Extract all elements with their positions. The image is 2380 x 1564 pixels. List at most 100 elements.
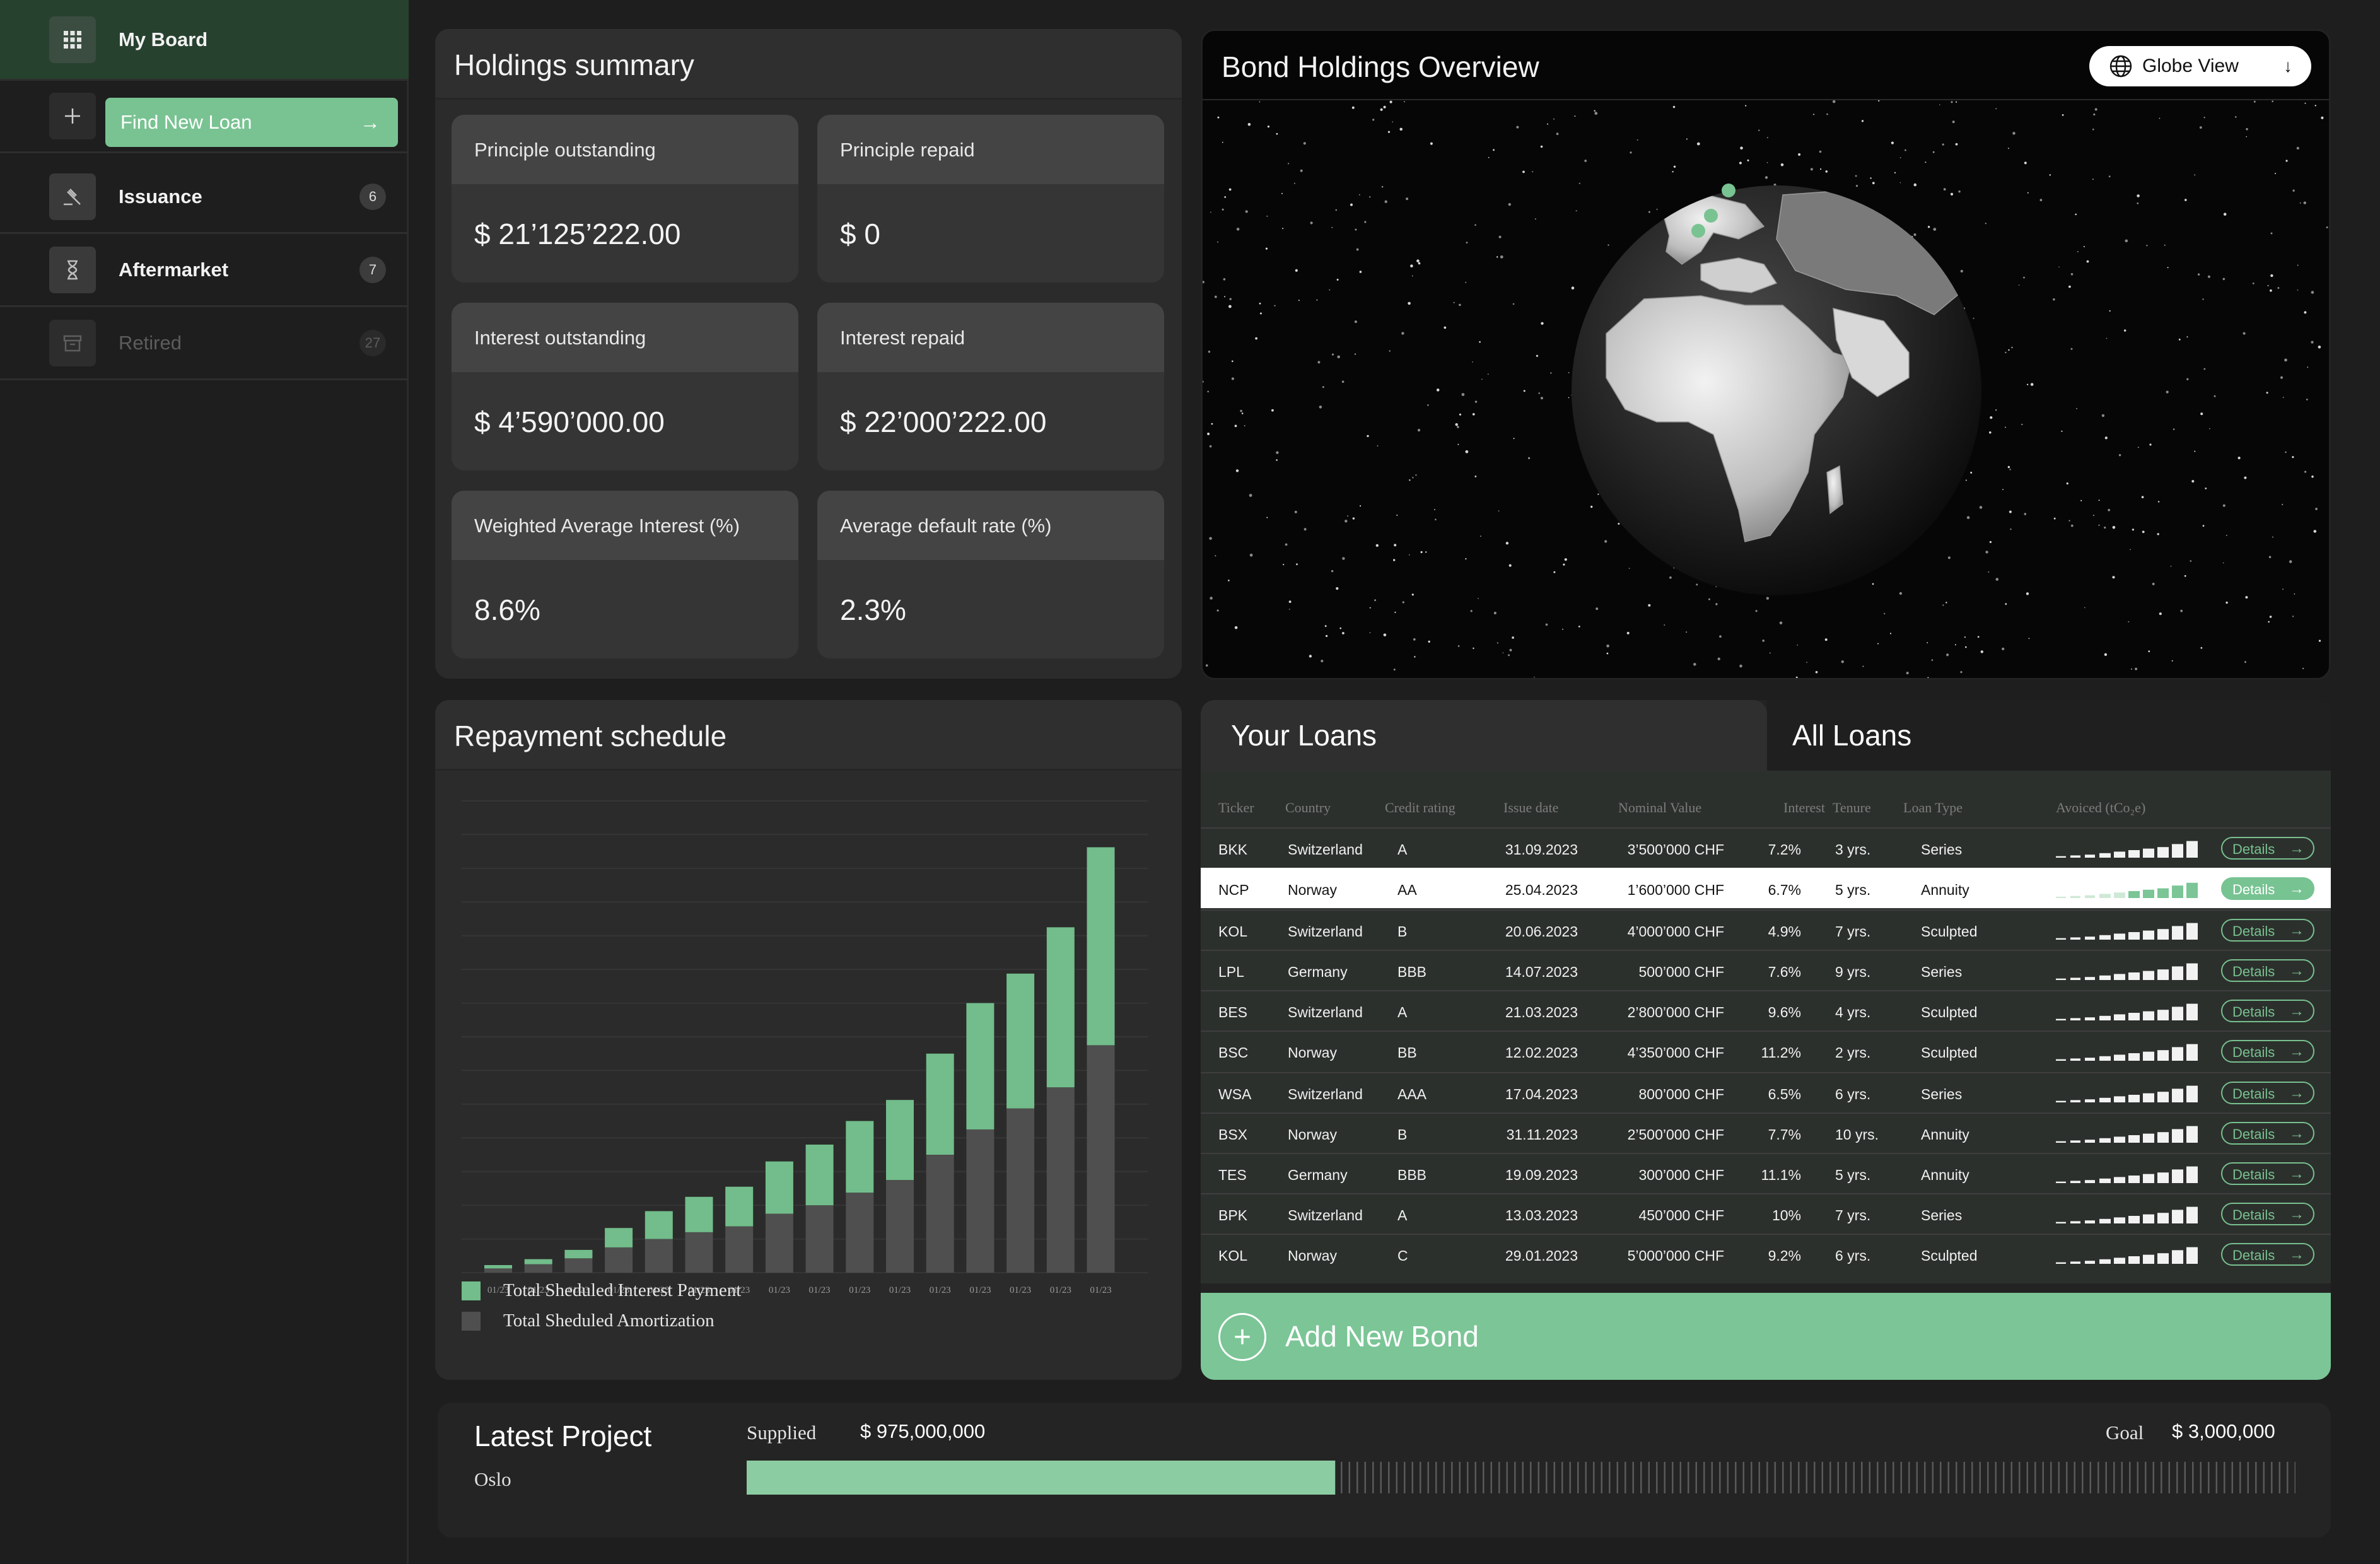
star: [2026, 592, 2029, 595]
spark-bar: [2186, 1206, 2198, 1223]
x-tick-label: 01/23: [969, 1285, 991, 1295]
details-button[interactable]: Details →: [2221, 1122, 2314, 1145]
table-row[interactable]: TES Germany BBB 19.09.2023 300’000 CHF 11.1% 5…: [1201, 1153, 2331, 1193]
details-button[interactable]: Details →: [2221, 1000, 2314, 1022]
sidebar-item-aftermarket[interactable]: Aftermarket 7: [0, 235, 409, 307]
plus-icon[interactable]: [49, 93, 96, 139]
bar-interest: [564, 1249, 593, 1259]
star: [1795, 676, 1798, 678]
table-row[interactable]: LPL Germany BBB 14.07.2023 500’000 CHF 7.6% 9 …: [1201, 950, 2331, 990]
star: [2068, 520, 2070, 522]
star: [1298, 300, 1300, 301]
star: [1255, 337, 1257, 340]
table-cell: 6 yrs.: [1835, 1247, 1871, 1264]
spark-bar: [2186, 963, 2198, 980]
table-cell: TES: [1218, 1167, 1247, 1183]
count-badge: 6: [359, 184, 386, 210]
star: [1717, 657, 1720, 660]
star: [1342, 632, 1345, 634]
star: [1527, 457, 1531, 460]
table-row[interactable]: NCP Norway AA 25.04.2023 1’600’000 CHF 6.7% 5 …: [1201, 868, 2331, 908]
details-button[interactable]: Details →: [2221, 877, 2314, 900]
bar-amortization: [524, 1264, 552, 1273]
find-new-loan-button[interactable]: Find New Loan →: [105, 98, 398, 147]
avoided-sparkline: [2056, 1044, 2198, 1061]
globe-view-dropdown[interactable]: Globe View ↓: [2089, 46, 2311, 86]
spark-bar: [2114, 1177, 2125, 1183]
bond-holdings-overview-panel: Bond Holdings Overview Globe View ↓: [1201, 29, 2331, 680]
star: [2311, 476, 2314, 478]
star: [1457, 645, 1460, 647]
star: [1965, 646, 1967, 648]
details-button[interactable]: Details →: [2221, 1162, 2314, 1185]
spark-bar: [2143, 1254, 2154, 1264]
star: [1367, 435, 1369, 438]
star: [1430, 142, 1433, 145]
table-row[interactable]: WSA Switzerland AAA 17.04.2023 800’000 CHF 6.…: [1201, 1072, 2331, 1112]
add-new-bond-button[interactable]: + Add New Bond: [1201, 1293, 2331, 1380]
table-cell: KOL: [1218, 1247, 1248, 1264]
star: [1815, 671, 1818, 674]
sidebar-item-issuance[interactable]: Issuance 6: [0, 161, 409, 234]
table-cell: Series: [1921, 964, 1963, 980]
details-label: Details: [2232, 882, 2275, 897]
earth-globe[interactable]: [1556, 170, 1997, 611]
average-default-rate-card: Average default rate (%) 2.3%: [817, 491, 1164, 658]
star: [1952, 120, 1955, 124]
avoided-sparkline: [2056, 882, 2198, 898]
spark-bar: [2070, 1181, 2080, 1183]
star: [1977, 636, 1980, 638]
spark-bar: [2099, 1178, 2111, 1183]
details-label: Details: [2232, 964, 2275, 979]
sidebar-item-retired[interactable]: Retired 27: [0, 308, 409, 380]
tab-your-loans[interactable]: Your Loans: [1201, 700, 1767, 771]
star: [2292, 456, 2294, 458]
table-row[interactable]: KOL Switzerland B 20.06.2023 4’000’000 CHF 4.…: [1201, 909, 2331, 950]
bar-interest: [1046, 927, 1075, 1088]
spark-bar: [2099, 1138, 2111, 1143]
table-row[interactable]: BKK Switzerland A 31.09.2023 3’500’000 CHF 7.…: [1201, 827, 2331, 868]
table-cell: 29.01.2023: [1505, 1247, 1578, 1264]
spark-bar: [2143, 930, 2154, 940]
table-row[interactable]: BSX Norway B 31.11.2023 2’500’000 CHF 7.7% 10 …: [1201, 1112, 2331, 1153]
details-button[interactable]: Details →: [2221, 837, 2314, 860]
column-header: Credit rating: [1385, 800, 1455, 815]
table-row[interactable]: KOL Norway C 29.01.2023 5’000’000 CHF 9.2% 6 y…: [1201, 1234, 2331, 1274]
details-button[interactable]: Details →: [2221, 919, 2314, 942]
star: [2202, 298, 2204, 300]
spark-bar: [2186, 882, 2198, 898]
star: [2008, 349, 2010, 351]
table-cell: 450’000 CHF: [1638, 1207, 1724, 1223]
details-button[interactable]: Details →: [2221, 1243, 2314, 1266]
star: [1404, 101, 1405, 103]
star: [2066, 482, 2068, 485]
card-value: $ 4’590’000.00: [474, 406, 665, 438]
repayment-title: Repayment schedule: [454, 720, 727, 752]
star: [1540, 397, 1543, 400]
star: [1281, 192, 1283, 194]
star: [1396, 515, 1398, 516]
table-cell: Series: [1921, 1086, 1963, 1102]
details-button[interactable]: Details →: [2221, 1040, 2314, 1063]
table-row[interactable]: BES Switzerland A 21.03.2023 2’800’000 CHF 9.…: [1201, 990, 2331, 1030]
details-button[interactable]: Details →: [2221, 1203, 2314, 1225]
table-cell: Switzerland: [1288, 1086, 1363, 1102]
table-cell: 10%: [1771, 1207, 1801, 1223]
star: [1205, 664, 1208, 667]
star: [2294, 593, 2295, 595]
star: [2282, 588, 2284, 590]
spark-bar: [2186, 1003, 2198, 1020]
spark-bar: [2114, 974, 2125, 980]
details-button[interactable]: Details →: [2221, 959, 2314, 982]
repayment-schedule-panel: Repayment schedule 01/23 01/23 01/23 01/23 0…: [435, 700, 1182, 1380]
details-button[interactable]: Details →: [2221, 1082, 2314, 1104]
table-cell: 3’500’000 CHF: [1627, 841, 1724, 858]
star: [2270, 289, 2272, 292]
tab-all-loans[interactable]: All Loans: [1767, 700, 2331, 771]
star: [1797, 645, 1799, 646]
table-row[interactable]: BSC Norway BB 12.02.2023 4’350’000 CHF 11.2% 2…: [1201, 1030, 2331, 1071]
spark-bar: [2172, 885, 2183, 898]
star: [2124, 329, 2126, 332]
sidebar-item-my-board[interactable]: My Board: [0, 0, 409, 81]
table-row[interactable]: BPK Switzerland A 13.03.2023 450’000 CHF 10% 7…: [1201, 1193, 2331, 1234]
